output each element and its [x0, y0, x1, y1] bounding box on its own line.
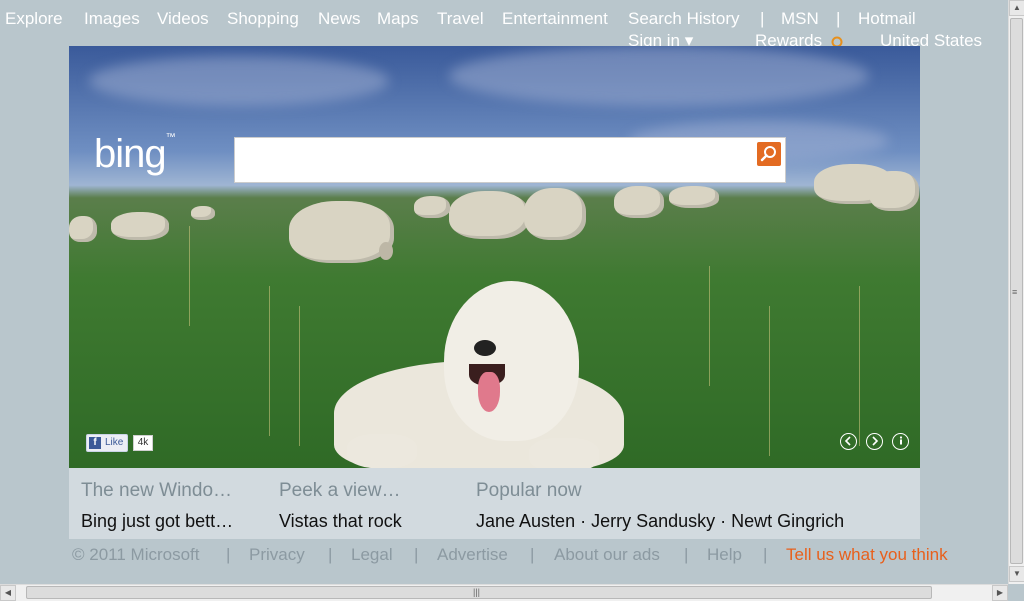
nav-separator: |: [836, 9, 841, 28]
help-link[interactable]: Help: [707, 545, 742, 565]
popular-now-title: Popular now: [476, 480, 582, 501]
horizontal-scroll-thumb[interactable]: |||: [26, 586, 932, 599]
footer-separator: |: [530, 545, 535, 564]
footer-separator: |: [684, 545, 689, 564]
like-count: 4k: [133, 435, 153, 451]
grip-icon: ≡: [1012, 287, 1018, 297]
dog-leg: [347, 434, 417, 468]
advertise-link[interactable]: Advertise: [437, 545, 508, 565]
vertical-scrollbar[interactable]: ▲ ≡ ▼: [1008, 0, 1024, 584]
grass-blade: [859, 286, 860, 446]
nav-news[interactable]: News: [318, 9, 361, 29]
popular-separator: ·: [715, 511, 732, 531]
sheep: [111, 212, 169, 240]
sheep: [191, 206, 215, 220]
cloud: [449, 46, 869, 106]
bing-logo[interactable]: bing™: [94, 132, 176, 177]
nav-images[interactable]: Images: [84, 9, 140, 29]
grass-blade: [189, 226, 190, 326]
search-button[interactable]: [757, 142, 781, 166]
nav-shopping[interactable]: Shopping: [227, 9, 299, 29]
grass-blade: [709, 266, 710, 386]
feedback-link[interactable]: Tell us what you think: [786, 545, 948, 565]
facebook-icon: f: [89, 437, 101, 449]
next-image-button[interactable]: [866, 433, 883, 450]
sheep: [669, 186, 719, 208]
chevron-left-icon: [844, 436, 851, 446]
logo-text: bing: [94, 132, 167, 176]
sheep: [524, 188, 586, 240]
dog-leg: [529, 438, 599, 468]
popular-separator: ·: [575, 511, 592, 531]
popular-item[interactable]: Newt Gingrich: [731, 511, 844, 531]
like-label: Like: [105, 437, 124, 448]
scroll-left-button[interactable]: ◀: [0, 585, 16, 601]
scroll-down-button[interactable]: ▼: [1009, 566, 1024, 582]
popular-now-list: Jane Austen · Jerry Sandusky · Newt Ging…: [476, 511, 844, 532]
tile-peek-title[interactable]: Peek a view…: [279, 480, 400, 502]
sheep: [414, 196, 450, 218]
popular-item[interactable]: Jerry Sandusky: [591, 511, 715, 531]
hero-image: [69, 46, 920, 468]
vertical-scroll-thumb[interactable]: ≡: [1010, 18, 1023, 564]
sheep: [289, 201, 394, 263]
sheep: [614, 186, 664, 218]
grass-blade: [299, 306, 300, 446]
horizontal-scrollbar[interactable]: ◀ ||| ▶: [0, 584, 1008, 601]
dog-tongue: [478, 372, 500, 412]
magnifier-icon: [760, 146, 776, 162]
tile-windows-subtitle[interactable]: Bing just got bett…: [81, 511, 233, 532]
nav-search-history[interactable]: Search History: [628, 9, 739, 29]
nav-maps[interactable]: Maps: [377, 9, 419, 29]
nav-separator: |: [760, 9, 765, 28]
sheep: [449, 191, 529, 239]
about-ads-link[interactable]: About our ads: [554, 545, 660, 565]
chevron-right-icon: [871, 436, 878, 446]
logo-tm: ™: [165, 132, 176, 143]
footer-separator: |: [414, 545, 419, 564]
top-navigation: Explore Images Videos Shopping News Maps…: [0, 0, 1008, 52]
search-input[interactable]: [243, 146, 747, 176]
dog-head: [444, 281, 579, 441]
grass-blade: [769, 306, 770, 456]
sheep: [869, 171, 919, 211]
grass-blade: [269, 286, 270, 436]
tile-peek-subtitle[interactable]: Vistas that rock: [279, 511, 402, 532]
popular-item[interactable]: Jane Austen: [476, 511, 575, 531]
scroll-right-button[interactable]: ▶: [992, 585, 1008, 601]
cloud: [89, 56, 389, 106]
footer-separator: |: [763, 545, 768, 564]
footer-separator: |: [226, 545, 231, 564]
previous-image-button[interactable]: [840, 433, 857, 450]
nav-travel[interactable]: Travel: [437, 9, 484, 29]
nav-hotmail[interactable]: Hotmail: [858, 9, 916, 29]
sheep-head: [379, 242, 393, 260]
nav-entertainment[interactable]: Entertainment: [502, 9, 608, 29]
legal-link[interactable]: Legal: [351, 545, 393, 565]
sheep: [69, 216, 97, 242]
scroll-up-button[interactable]: ▲: [1009, 0, 1024, 16]
facebook-like-button[interactable]: f Like: [86, 434, 128, 452]
nav-msn[interactable]: MSN: [781, 9, 819, 29]
tile-windows-title[interactable]: The new Windo…: [81, 480, 232, 502]
info-icon: [899, 436, 902, 445]
grip-icon: |||: [473, 587, 481, 597]
privacy-link[interactable]: Privacy: [249, 545, 305, 565]
footer-separator: |: [328, 545, 333, 564]
dog-nose: [474, 340, 496, 356]
nav-videos[interactable]: Videos: [157, 9, 209, 29]
image-info-button[interactable]: [892, 433, 909, 450]
copyright: © 2011 Microsoft: [72, 545, 200, 564]
search-box: [234, 137, 786, 183]
nav-explore[interactable]: Explore: [5, 9, 63, 29]
